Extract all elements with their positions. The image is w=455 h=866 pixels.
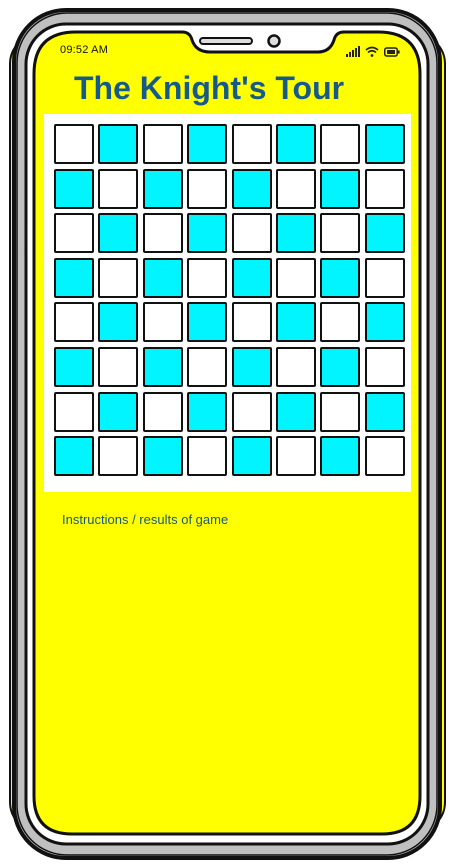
board-square[interactable]: [54, 257, 94, 298]
board-square[interactable]: [231, 213, 272, 254]
board-square[interactable]: [320, 391, 361, 432]
board-square[interactable]: [54, 168, 94, 209]
board-square[interactable]: [187, 124, 228, 164]
board-square[interactable]: [54, 391, 94, 432]
board-square[interactable]: [187, 346, 228, 387]
board-square[interactable]: [142, 436, 183, 477]
board-square[interactable]: [231, 124, 272, 164]
board-square[interactable]: [142, 302, 183, 343]
board-square[interactable]: [275, 346, 316, 387]
status-icons: [346, 46, 400, 57]
board-square[interactable]: [142, 168, 183, 209]
board-square[interactable]: [364, 391, 405, 432]
board-square[interactable]: [275, 257, 316, 298]
board-square[interactable]: [54, 346, 94, 387]
board-square[interactable]: [98, 124, 139, 164]
board-square[interactable]: [54, 213, 94, 254]
board-square[interactable]: [320, 257, 361, 298]
chessboard: [54, 124, 405, 477]
board-square[interactable]: [187, 436, 228, 477]
board-square[interactable]: [231, 257, 272, 298]
board-square[interactable]: [142, 257, 183, 298]
board-square[interactable]: [320, 302, 361, 343]
board-square[interactable]: [320, 436, 361, 477]
board-square[interactable]: [275, 124, 316, 164]
status-bar: 09:52 AM: [60, 44, 400, 62]
board-square[interactable]: [98, 391, 139, 432]
board-square[interactable]: [98, 168, 139, 209]
board-square[interactable]: [275, 391, 316, 432]
board-square[interactable]: [142, 391, 183, 432]
board-square[interactable]: [54, 124, 94, 164]
board-square[interactable]: [364, 302, 405, 343]
board-square[interactable]: [275, 436, 316, 477]
board-square[interactable]: [364, 257, 405, 298]
board-square[interactable]: [98, 302, 139, 343]
wifi-icon: [365, 46, 379, 57]
board-square[interactable]: [364, 168, 405, 209]
page-title: The Knight's Tour: [74, 70, 345, 106]
board-square[interactable]: [98, 257, 139, 298]
board-square[interactable]: [98, 436, 139, 477]
board-square[interactable]: [98, 213, 139, 254]
signal-icon: [346, 46, 360, 57]
battery-icon: [384, 46, 400, 57]
board-square[interactable]: [364, 436, 405, 477]
board-square[interactable]: [231, 168, 272, 209]
board-square[interactable]: [54, 436, 94, 477]
board-square[interactable]: [275, 168, 316, 209]
board-square[interactable]: [187, 257, 228, 298]
board-square[interactable]: [320, 346, 361, 387]
board-square[interactable]: [142, 213, 183, 254]
board-square[interactable]: [320, 213, 361, 254]
board-square[interactable]: [275, 302, 316, 343]
board-square[interactable]: [98, 346, 139, 387]
board-square[interactable]: [187, 213, 228, 254]
board-square[interactable]: [142, 346, 183, 387]
board-container: [44, 114, 411, 492]
board-square[interactable]: [187, 391, 228, 432]
instructions-text: Instructions / results of game: [62, 512, 229, 527]
board-square[interactable]: [364, 213, 405, 254]
board-square[interactable]: [231, 302, 272, 343]
board-square[interactable]: [231, 436, 272, 477]
status-time: 09:52 AM: [60, 44, 109, 56]
board-square[interactable]: [142, 124, 183, 164]
board-square[interactable]: [231, 346, 272, 387]
board-square[interactable]: [364, 124, 405, 164]
board-square[interactable]: [231, 391, 272, 432]
board-square[interactable]: [364, 346, 405, 387]
board-square[interactable]: [54, 302, 94, 343]
board-square[interactable]: [320, 124, 361, 164]
board-square[interactable]: [187, 168, 228, 209]
board-square[interactable]: [320, 168, 361, 209]
board-square[interactable]: [275, 213, 316, 254]
board-square[interactable]: [187, 302, 228, 343]
